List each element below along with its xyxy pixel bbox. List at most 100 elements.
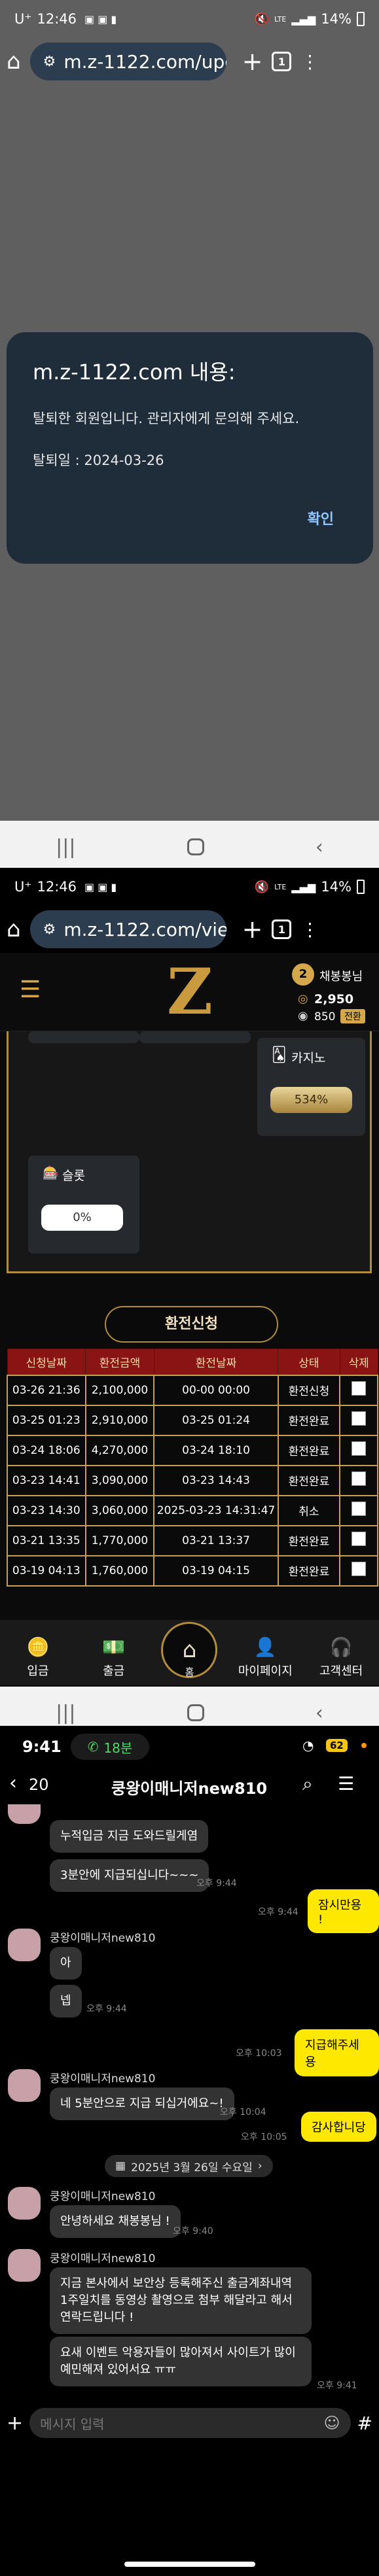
nav-mypage-label: 마이페이지	[238, 1664, 293, 1678]
chat-message: 지금 본사에서 보안상 등록해주신 출금계좌내역 1주일치를 동영상 촬영으로 …	[50, 2267, 312, 2334]
dialog-message: 탈퇴한 회원입니다. 관리자에게 문의해 주세요.	[33, 411, 300, 426]
table-row: 03-21 13:35 1,770,000 03-21 13:37 환전완료	[7, 1524, 378, 1556]
new-tab-icon-2[interactable]: +	[242, 915, 263, 944]
cell: 환전완료	[277, 1554, 341, 1587]
cell: 03-21 13:37	[153, 1524, 279, 1556]
system-nav-bar: ||| ‹	[0, 821, 379, 873]
exchange-request-button[interactable]: 환전신청	[105, 1306, 278, 1343]
sender-name: 쿵왕이매니저new810	[50, 2190, 156, 2203]
delete-checkbox[interactable]	[352, 1502, 367, 1516]
plus-icon[interactable]: +	[7, 2412, 23, 2435]
chat-message: 3분안에 지급되십니다~~~	[50, 1859, 209, 1892]
message-time: 오후 9:44	[86, 2004, 127, 2014]
avatar[interactable]	[8, 1929, 41, 1961]
site-settings-icon-2[interactable]: ⚙	[43, 921, 56, 938]
back-icon[interactable]: ‹	[9, 1772, 17, 1795]
nav-support[interactable]: 🎧 고객센터	[305, 1636, 377, 1679]
date-text: 2025년 3월 26일 수요일	[131, 2161, 253, 2174]
table-row: 03-25 01:23 2,910,000 03-25 01:24 환전완료	[7, 1404, 378, 1436]
nav-deposit[interactable]: 🪙 입금	[2, 1636, 74, 1679]
avatar[interactable]	[8, 2069, 41, 2102]
avatar[interactable]	[8, 2249, 41, 2282]
back-nav-icon[interactable]: ‹	[316, 836, 323, 859]
notification-icons-2: ▣ ▣ ▮	[84, 880, 117, 893]
site-header: ☰ Z 2 채봉봉님 ◎ 2,950 ◉ 850 전환	[0, 953, 379, 1031]
points: 850	[314, 1010, 336, 1023]
my-message: 감사합니당	[301, 2112, 376, 2142]
call-duration: 18분	[103, 1740, 133, 1756]
new-tab-icon[interactable]: +	[242, 47, 263, 76]
recent-apps-icon[interactable]: |||	[56, 836, 75, 859]
address-bar[interactable]: ⚙ m.z-1122.com/update	[29, 43, 226, 80]
signal-label-2: LTE	[274, 882, 287, 891]
delete-cell	[339, 1554, 378, 1587]
delete-cell	[339, 1494, 378, 1526]
signal-icon-2: ▂▄▆	[291, 880, 316, 893]
battery-text-2: 14%	[321, 879, 352, 895]
cell: 03-21 13:35	[7, 1524, 86, 1556]
unread-count[interactable]: 20	[29, 1776, 49, 1794]
site-logo[interactable]: Z	[164, 959, 216, 1025]
alert-dialog: m.z-1122.com 내용: 탈퇴한 회원입니다. 관리자에게 문의해 주세…	[7, 332, 373, 564]
home-nav-icon[interactable]	[187, 838, 204, 855]
slot-card[interactable]: 🎰 슬롯 0%	[28, 1156, 139, 1254]
nav-withdraw[interactable]: 💵 출금	[78, 1636, 150, 1679]
menu-icon-2[interactable]: ⋮	[300, 919, 319, 940]
tab-count-button-2[interactable]: 1	[272, 919, 292, 939]
call-pill[interactable]: ✆ 18분	[71, 1734, 149, 1760]
cell: 3,090,000	[84, 1464, 155, 1496]
avatar[interactable]	[8, 1804, 41, 1824]
tab-count-button[interactable]: 1	[272, 52, 292, 71]
casino-card[interactable]: 🂡 카지노 534%	[257, 1038, 365, 1136]
ok-button[interactable]: 확인	[308, 507, 334, 528]
game-card-top-1	[28, 1031, 139, 1043]
emoji-icon[interactable]: ☺	[324, 2414, 340, 2432]
delete-checkbox[interactable]	[352, 1532, 367, 1546]
back-nav-icon-2[interactable]: ‹	[316, 1702, 323, 1725]
url-text: m.z-1122.com/update	[63, 50, 226, 73]
sender-name: 쿵왕이매니저new810	[50, 2072, 156, 2086]
convert-button[interactable]: 전환	[340, 1009, 365, 1023]
dot-indicator	[361, 1743, 367, 1748]
delete-checkbox[interactable]	[352, 1441, 367, 1456]
address-bar-2[interactable]: ⚙ m.z-1122.com/view/e	[29, 910, 226, 948]
home-icon[interactable]: ⌂	[7, 48, 21, 75]
cell: 2,910,000	[84, 1404, 155, 1436]
cell: 환전완료	[277, 1524, 341, 1556]
chat-header: ‹ 20 쿵왕이매니저new810 ⌕ ☰	[0, 1768, 379, 1804]
menu-lines-icon[interactable]: ☰	[338, 1773, 354, 1795]
message-time: 오후 10:05	[241, 2132, 287, 2142]
coins-icon: 🪙	[26, 1636, 50, 1658]
clock-3: 9:41	[22, 1738, 62, 1756]
status-bar: U⁺ 12:46 ▣ ▣ ▮ 🔇 LTE ▂▄▆ 14%	[0, 0, 379, 38]
cell: 03-19 04:15	[153, 1554, 279, 1587]
chat-screen: 9:41 ✆ 18분 ◔ 62 ‹ 20 쿵왕이매니저new810 ⌕ ☰ 누적입…	[0, 1726, 379, 2576]
hashtag-icon[interactable]: #	[357, 2413, 372, 2434]
cell: 2,100,000	[84, 1374, 155, 1406]
search-icon[interactable]: ⌕	[302, 1773, 313, 1795]
message-input[interactable]: 메시지 입력 ☺	[29, 2408, 351, 2438]
recent-apps-icon-2[interactable]: |||	[56, 1702, 75, 1725]
table-row: 03-23 14:30 3,060,000 2025-03-23 14:31:47 취…	[7, 1494, 378, 1526]
menu-icon[interactable]: ⋮	[300, 51, 319, 73]
nav-home[interactable]: ⌂ 홈	[153, 1622, 225, 1679]
delete-checkbox[interactable]	[352, 1381, 367, 1396]
delete-checkbox[interactable]	[352, 1411, 367, 1426]
input-placeholder: 메시지 입력	[40, 2416, 105, 2432]
cell: 03-25 01:23	[7, 1404, 86, 1436]
date-separator: ▦ 2025년 3월 26일 수요일 ›	[105, 2155, 273, 2177]
hamburger-icon[interactable]: ☰	[20, 976, 41, 1003]
delete-checkbox[interactable]	[352, 1471, 367, 1486]
avatar[interactable]	[8, 2187, 41, 2220]
my-message: 잠시만용 !	[308, 1889, 379, 1933]
browser-screen-2: U⁺ 12:46 ▣ ▣ ▮ 🔇 LTE ▂▄▆ 14% ⌂ ⚙ m.z-112…	[0, 868, 379, 1739]
site-settings-icon[interactable]: ⚙	[43, 54, 56, 70]
delete-checkbox[interactable]	[352, 1562, 367, 1576]
level-badge: 2	[292, 963, 314, 986]
home-icon-2[interactable]: ⌂	[7, 916, 21, 942]
slot-percent: 0%	[41, 1205, 123, 1231]
wifi-icon: ◔	[302, 1738, 314, 1753]
nav-support-label: 고객센터	[319, 1664, 363, 1678]
nav-mypage[interactable]: 👤 마이페이지	[229, 1636, 301, 1679]
home-nav-icon-2[interactable]	[187, 1704, 204, 1721]
